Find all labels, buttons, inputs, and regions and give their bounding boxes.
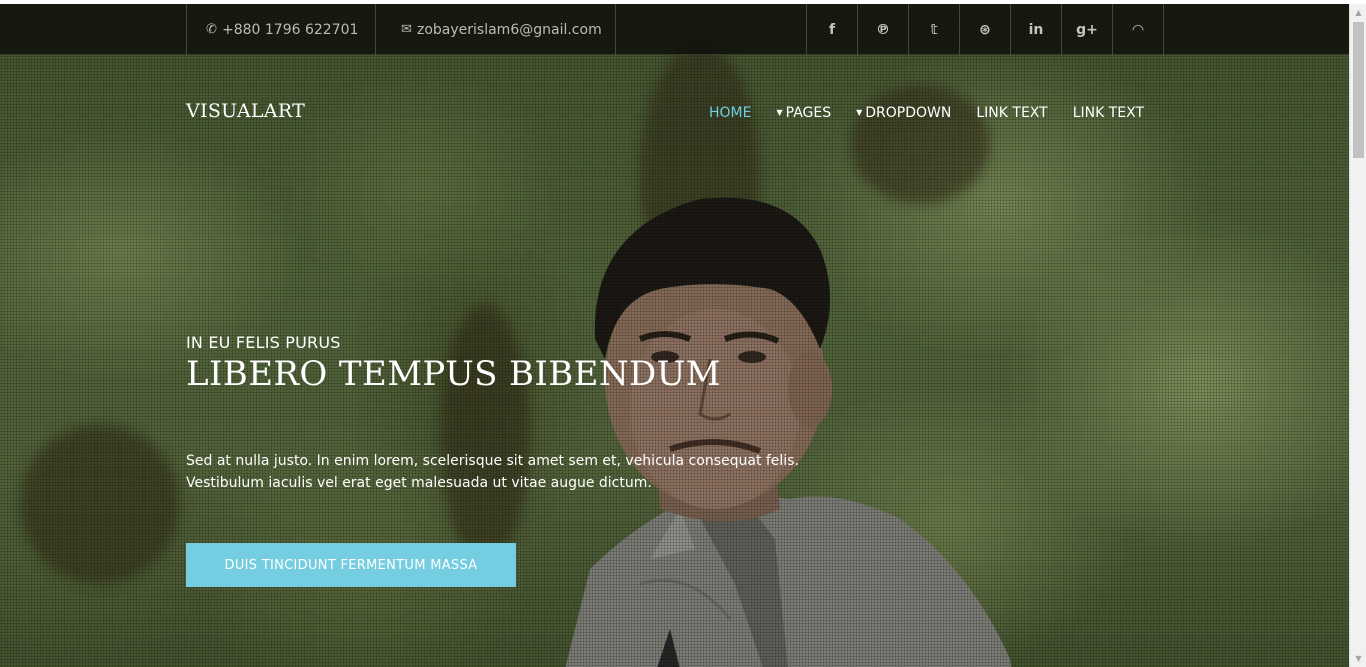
main-nav: HOME ▼ PAGES ▼ DROPDOWN LINK TEXT LINK TEX… — [709, 105, 1144, 121]
person-photo — [520, 189, 1040, 667]
viewport: ✆ +880 1796 622701 ✉ zobayerislam6@gnail… — [0, 0, 1366, 667]
brand-logo[interactable]: VISUALART — [186, 100, 305, 122]
nav-home[interactable]: HOME — [709, 105, 751, 121]
nav-link-text-1[interactable]: LINK TEXT — [976, 105, 1047, 121]
nav-dropdown[interactable]: ▼ DROPDOWN — [856, 105, 951, 121]
linkedin-icon[interactable]: in — [1011, 4, 1062, 55]
google-plus-icon[interactable]: g+ — [1062, 4, 1113, 55]
scroll-down-icon[interactable]: ▼ — [1350, 650, 1366, 667]
hero-cta-button[interactable]: DUIS TINCIDUNT FERMENTUM MASSA — [186, 543, 516, 587]
twitter-icon[interactable]: 𝕥 — [909, 4, 960, 55]
facebook-icon[interactable]: f — [807, 4, 858, 55]
nav-pages-label: PAGES — [785, 105, 832, 121]
hero-description: Sed at nulla justo. In enim lorem, scele… — [186, 453, 799, 491]
top-contact-bar: ✆ +880 1796 622701 ✉ zobayerislam6@gnail… — [0, 4, 1349, 55]
hero-kicker: IN EU FELIS PURUS — [186, 333, 341, 352]
caret-down-icon: ▼ — [856, 108, 863, 117]
caret-down-icon: ▼ — [776, 108, 783, 117]
nav-link-text-2[interactable]: LINK TEXT — [1073, 105, 1144, 121]
rss-icon[interactable]: ◠ — [1113, 4, 1164, 55]
scroll-up-icon[interactable]: ▲ — [1350, 4, 1366, 21]
hero-headline: LIBERO TEMPUS BIBENDUM — [186, 354, 721, 394]
nav-dropdown-label: DROPDOWN — [865, 105, 952, 121]
pinterest-icon[interactable]: ℗ — [858, 4, 909, 55]
nav-pages[interactable]: ▼ PAGES — [776, 105, 831, 121]
dribbble-icon[interactable]: ⊛ — [960, 4, 1011, 55]
contact-phone-text: +880 1796 622701 — [222, 21, 359, 38]
envelope-icon: ✉ — [401, 22, 412, 37]
contact-email-text: zobayerislam6@gnail.com — [417, 21, 602, 38]
social-links: f ℗ 𝕥 ⊛ in g+ ◠ — [806, 4, 1164, 55]
contact-phone[interactable]: ✆ +880 1796 622701 — [186, 4, 376, 55]
page-scrollbar[interactable]: ▲ ▼ — [1349, 4, 1366, 667]
scroll-thumb[interactable] — [1353, 22, 1364, 158]
phone-icon: ✆ — [206, 22, 217, 37]
contact-email[interactable]: ✉ zobayerislam6@gnail.com — [375, 4, 616, 55]
